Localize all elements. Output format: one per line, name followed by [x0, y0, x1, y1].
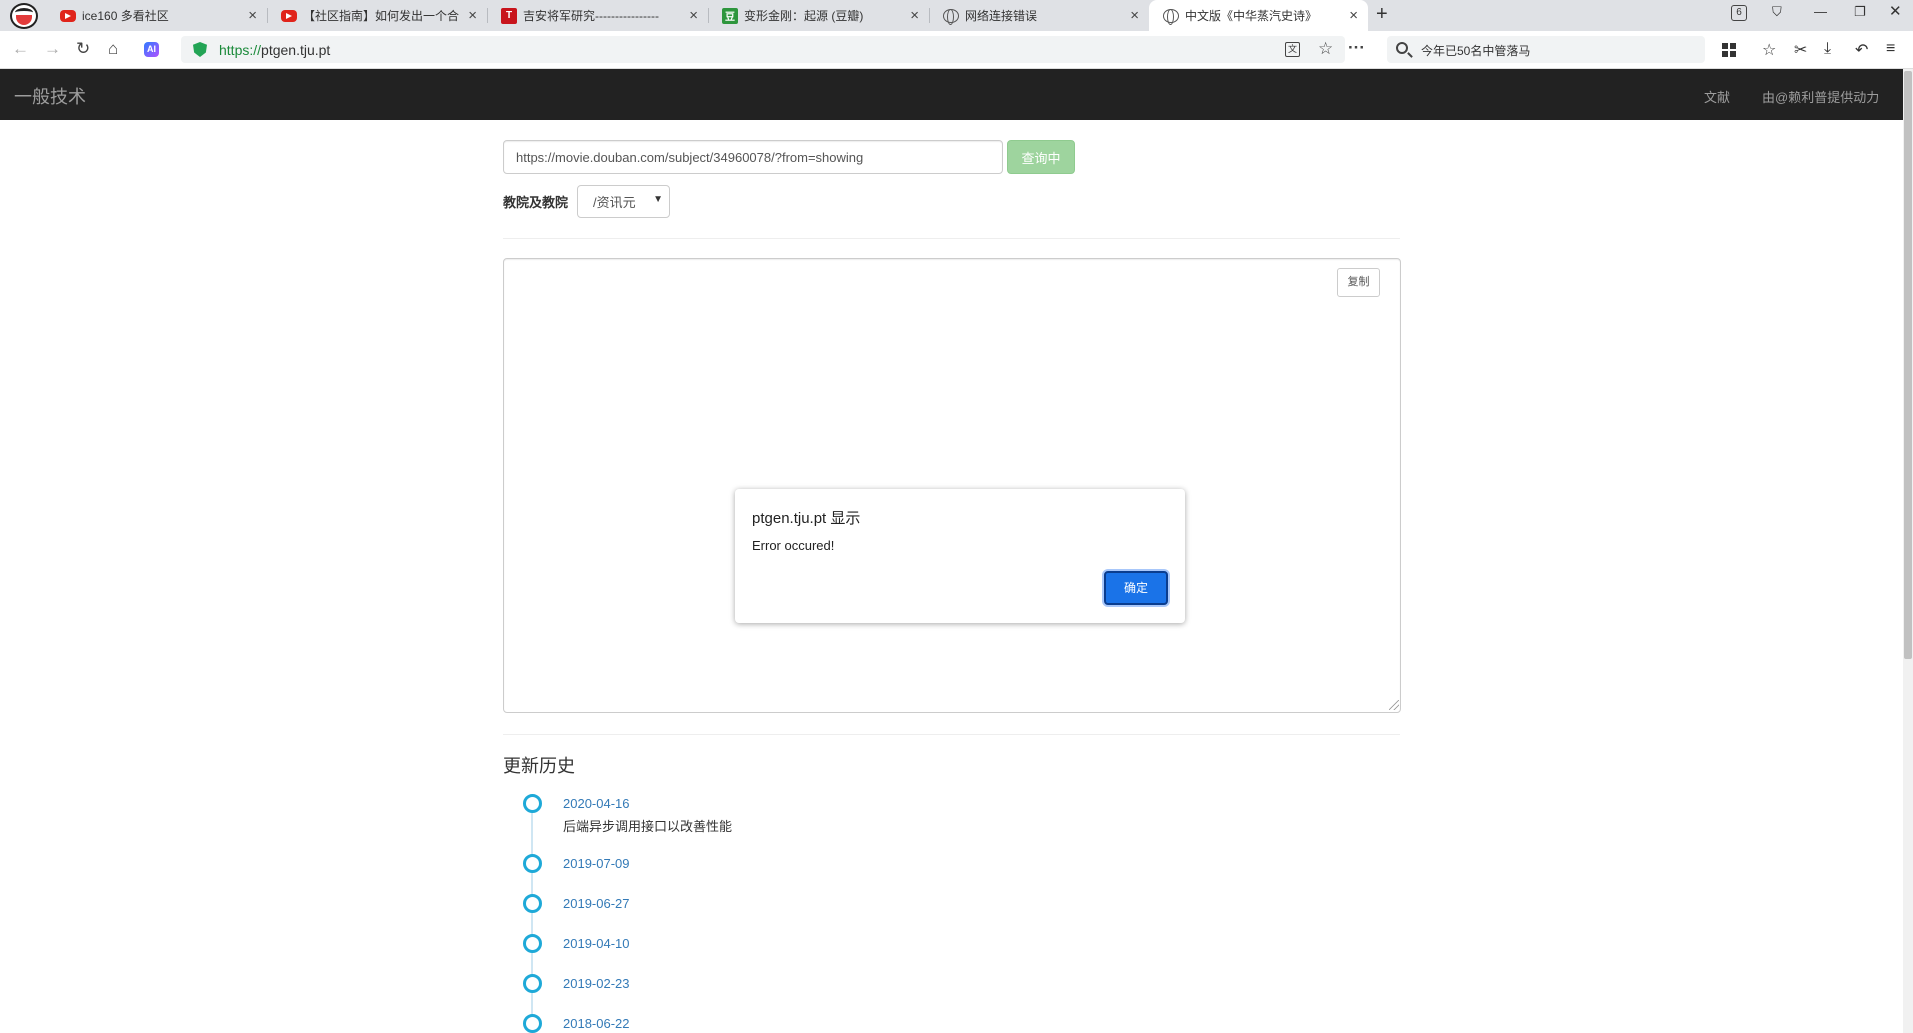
home-icon[interactable]: ⌂	[108, 39, 118, 59]
dialog-ok-button[interactable]: 确定	[1104, 571, 1168, 605]
close-icon[interactable]: ×	[689, 7, 698, 24]
tab-title: 中文版《中华蒸汽史诗》	[1185, 9, 1318, 23]
tab-6-active[interactable]: 中文版《中华蒸汽史诗》 ×	[1149, 0, 1368, 31]
timeline-dot-icon	[523, 894, 542, 913]
resize-handle-icon[interactable]	[1389, 700, 1399, 710]
translate-icon[interactable]: 文	[1285, 42, 1300, 57]
close-icon[interactable]: ×	[248, 7, 257, 24]
forward-icon[interactable]: →	[44, 39, 61, 59]
tab-title: 变形金刚：起源 (豆瓣)	[744, 9, 864, 23]
dialog-message: Error occured!	[752, 538, 835, 553]
timeline-date[interactable]: 2018-06-22	[563, 1016, 630, 1031]
globe-icon	[1163, 8, 1179, 25]
page-scrollbar[interactable]	[1903, 69, 1913, 1033]
douban-url-input[interactable]	[503, 140, 1003, 174]
window-close-icon[interactable]: ✕	[1889, 2, 1902, 20]
youtube-icon	[60, 9, 76, 22]
youtube-icon	[281, 9, 297, 22]
tab-4[interactable]: 豆 变形金刚：起源 (豆瓣) ×	[708, 0, 929, 31]
tab-title: 吉安将军研究----------------	[523, 9, 659, 23]
close-icon[interactable]: ×	[910, 7, 919, 24]
site-select-value: /资讯元	[593, 195, 636, 210]
timeline-date[interactable]: 2019-04-10	[563, 936, 630, 951]
copy-button[interactable]: 复制	[1337, 268, 1380, 297]
shirt-icon[interactable]: ⛉	[1772, 4, 1782, 20]
tab-5[interactable]: 网络连接错误 ×	[929, 0, 1149, 31]
scroll-thumb[interactable]	[1904, 71, 1912, 659]
site-select[interactable]: /资讯元 ▼	[577, 185, 670, 218]
timeline-date[interactable]: 2019-02-23	[563, 976, 630, 991]
timeline-date[interactable]: 2019-07-09	[563, 856, 630, 871]
apps-grid-icon[interactable]	[1722, 43, 1736, 57]
menu-icon[interactable]: ≡	[1886, 40, 1895, 58]
tab-title: ice160 多看社区	[82, 9, 169, 23]
nav-link-powered-by[interactable]: 由@赖利普提供动力	[1762, 87, 1879, 106]
ai-icon[interactable]: AI	[144, 42, 159, 57]
close-icon[interactable]: ×	[468, 7, 477, 24]
close-icon[interactable]: ×	[1349, 7, 1358, 24]
download-icon[interactable]: ⤓	[1824, 40, 1831, 58]
search-icon	[1396, 42, 1408, 54]
timeline-dot-icon	[523, 1014, 542, 1033]
query-button[interactable]: 查询中	[1007, 140, 1075, 174]
dialog-title: ptgen.tju.pt 显示	[752, 510, 861, 527]
timeline-dot-icon	[523, 934, 542, 953]
tab-title: 【社区指南】如何发出一个合	[303, 9, 460, 23]
address-toolbar: ← → ↻ ⌂ AI https://ptgen.tju.pt 文 ☆ ··· …	[0, 31, 1913, 69]
timeline-date[interactable]: 2020-04-16	[563, 796, 630, 811]
browser-logo-icon[interactable]	[10, 3, 38, 29]
divider	[503, 238, 1400, 239]
t-icon: T	[501, 7, 517, 24]
timeline-dot-icon	[523, 794, 542, 813]
alert-dialog: ptgen.tju.pt 显示 Error occured! 确定	[735, 489, 1185, 623]
site-navbar: 一般技术 文献 由@赖利普提供动力	[0, 69, 1903, 120]
undo-icon[interactable]: ↶	[1855, 40, 1868, 60]
nav-link-docs[interactable]: 文献	[1704, 87, 1730, 106]
history-title: 更新历史	[503, 756, 575, 776]
scissors-icon[interactable]: ✂	[1794, 40, 1807, 60]
url-text[interactable]: https://ptgen.tju.pt	[219, 42, 330, 58]
more-icon[interactable]: ···	[1348, 38, 1365, 58]
tab-count-icon[interactable]: 6	[1731, 5, 1747, 21]
search-box[interactable]: 今年已50名中管落马	[1387, 36, 1705, 63]
shield-icon	[193, 42, 207, 57]
reload-icon[interactable]: ↻	[76, 39, 90, 59]
chevron-down-icon: ▼	[653, 194, 663, 205]
restore-icon[interactable]: ❐	[1854, 4, 1866, 20]
tab-2[interactable]: 【社区指南】如何发出一个合 ×	[267, 0, 487, 31]
globe-icon	[943, 8, 959, 25]
tab-3[interactable]: T 吉安将军研究---------------- ×	[487, 0, 708, 31]
favorites-icon[interactable]: ☆	[1762, 40, 1776, 60]
result-textarea[interactable]	[503, 258, 1401, 713]
minimize-icon[interactable]: —	[1814, 4, 1827, 19]
search-text: 今年已50名中管落马	[1421, 44, 1531, 58]
bookmark-star-icon[interactable]: ☆	[1318, 39, 1333, 59]
timeline-line	[531, 805, 533, 1033]
new-tab-button[interactable]: +	[1376, 3, 1388, 26]
tab-title: 网络连接错误	[965, 9, 1038, 23]
divider	[503, 734, 1400, 735]
back-icon[interactable]: ←	[12, 39, 29, 59]
site-brand[interactable]: 一般技术	[14, 83, 86, 109]
timeline-date[interactable]: 2019-06-27	[563, 896, 630, 911]
timeline-dot-icon	[523, 974, 542, 993]
site-label: 教院及教院	[503, 195, 569, 210]
close-icon[interactable]: ×	[1130, 7, 1139, 24]
address-bar[interactable]: https://ptgen.tju.pt 文 ☆ ···	[181, 36, 1365, 63]
tab-1[interactable]: ice160 多看社区 ×	[46, 0, 267, 31]
tab-bar: ice160 多看社区 × 【社区指南】如何发出一个合 × T 吉安将军研究--…	[0, 0, 1913, 31]
douban-icon: 豆	[722, 7, 738, 24]
timeline-desc: 后端异步调用接口以改善性能	[563, 819, 733, 834]
timeline-dot-icon	[523, 854, 542, 873]
